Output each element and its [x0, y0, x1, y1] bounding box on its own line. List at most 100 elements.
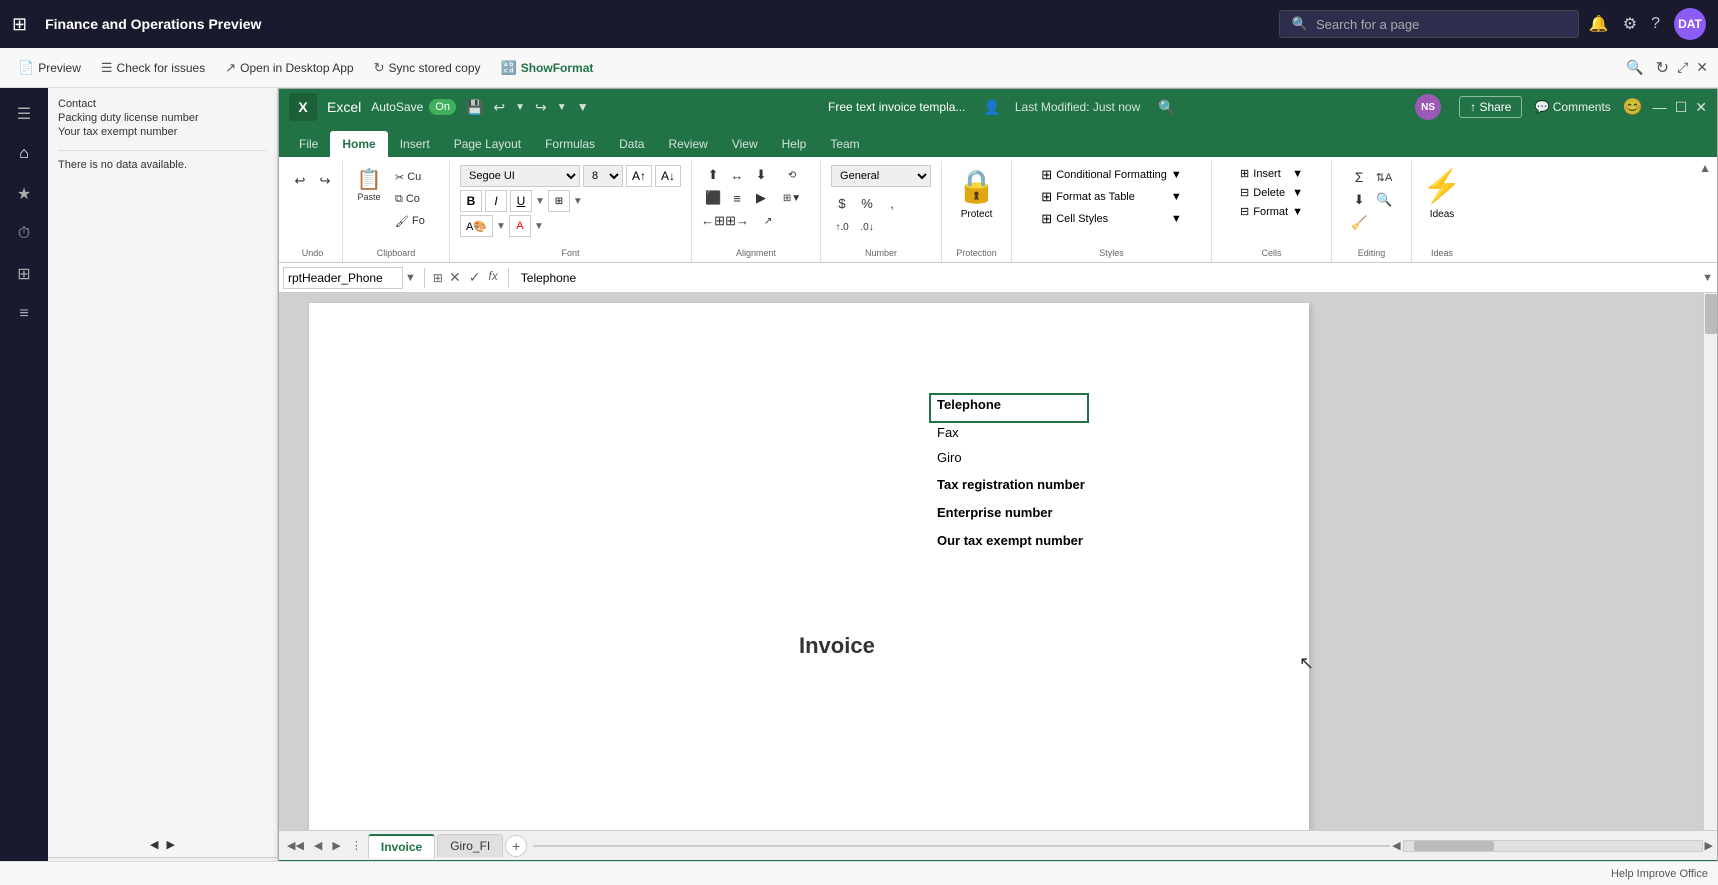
border-btn[interactable]: ⊞ [548, 190, 570, 212]
insert-cells-btn[interactable]: ⊞ Insert ▼ [1237, 165, 1306, 182]
delete-cells-btn[interactable]: ⊟ Delete ▼ [1237, 184, 1306, 201]
grid-icon[interactable]: ⊞ [12, 14, 27, 35]
ribbon-collapse-btn[interactable]: ▲ [1697, 159, 1713, 177]
nav-next-icon[interactable]: ▶ [328, 837, 344, 854]
cancel-formula-icon[interactable]: ✕ [447, 267, 463, 288]
sidebar-favorites-icon[interactable]: ★ [6, 176, 42, 212]
tab-team[interactable]: Team [818, 131, 871, 157]
sync-btn[interactable]: ↻ Sync stored copy [366, 56, 489, 80]
clear-btn[interactable]: 🧹 [1348, 213, 1370, 233]
number-format-select[interactable]: General [831, 165, 931, 187]
save-icon[interactable]: 💾 [466, 99, 483, 116]
user-avatar[interactable]: DAT [1674, 8, 1706, 40]
giro-fi-tab[interactable]: Giro_FI [437, 834, 503, 857]
scroll-right-icon[interactable]: ▶ [167, 838, 175, 851]
tab-data[interactable]: Data [607, 131, 656, 157]
tab-file[interactable]: File [287, 131, 330, 157]
currency-btn[interactable]: $ [831, 193, 853, 213]
scroll-left-icon[interactable]: ◀ [150, 838, 158, 851]
sidebar-recent-icon[interactable]: ⏱ [6, 216, 42, 252]
sum-btn[interactable]: Σ [1348, 167, 1370, 187]
fill-color-btn[interactable]: A🎨 [460, 215, 493, 237]
font-increase-btn[interactable]: A↑ [626, 165, 652, 187]
settings-icon[interactable]: ⚙ [1623, 14, 1637, 34]
close-excel-btn[interactable]: ✕ [1695, 99, 1707, 116]
undo-btn[interactable]: ↩ [493, 99, 505, 116]
help-icon[interactable]: ? [1651, 15, 1660, 33]
align-left-btn[interactable]: ⬛ [702, 188, 724, 208]
align-top-btn[interactable]: ⬆ [702, 165, 724, 185]
redo-dropdown-icon[interactable]: ▼ [557, 102, 567, 113]
search-bar[interactable]: 🔍 Search for a page [1279, 10, 1579, 38]
sidebar-workspaces-icon[interactable]: ⊞ [6, 256, 42, 292]
orientation-btn[interactable]: ↗ [750, 211, 786, 231]
enterprise-cell[interactable]: Enterprise number [929, 501, 1061, 524]
show-format-btn[interactable]: 🔡 ShowFormat [493, 56, 602, 80]
fill-btn[interactable]: ⬇ [1348, 190, 1370, 210]
tax-reg-cell[interactable]: Tax registration number [929, 473, 1093, 496]
format-cells-btn[interactable]: ⊟ Format ▼ [1237, 203, 1306, 220]
comments-button[interactable]: 💬 Comments [1526, 97, 1618, 117]
align-middle-btn[interactable]: ↔ [726, 165, 748, 185]
ns-avatar[interactable]: NS [1415, 94, 1441, 120]
expand-icon[interactable]: ⤢ [1677, 59, 1688, 76]
sheet-area[interactable]: Telephone Fax Giro Tax registration numb… [279, 293, 1717, 830]
search-excel-icon[interactable]: 🔍 [1158, 99, 1175, 116]
preview-btn[interactable]: 📄 Preview [10, 56, 89, 80]
tab-home[interactable]: Home [330, 131, 387, 157]
minimize-btn[interactable]: — [1653, 99, 1667, 116]
align-center-btn[interactable]: ≡ [726, 188, 748, 208]
percent-btn[interactable]: % [856, 193, 878, 213]
tab-help[interactable]: Help [770, 131, 819, 157]
h-scrollbar[interactable] [1403, 840, 1703, 852]
expand-formula-icon[interactable]: ⊞ [433, 271, 443, 285]
open-desktop-btn[interactable]: ↗ Open in Desktop App [217, 56, 361, 80]
our-tax-cell[interactable]: Our tax exempt number [929, 529, 1091, 552]
notification-icon[interactable]: 🔔 [1589, 14, 1609, 34]
increase-decimal-btn[interactable]: ↑.0 [831, 217, 853, 237]
copy-btn[interactable]: ⧉Co [393, 189, 443, 209]
format-dropdown[interactable]: ▼ [1292, 206, 1303, 218]
fax-cell[interactable]: Fax [929, 421, 967, 444]
conditional-formatting-btn[interactable]: ⊞ Conditional Formatting ▼ [1038, 165, 1184, 185]
cut-btn[interactable]: ✂Cu [393, 167, 443, 187]
cell-styles-btn[interactable]: ⊞ Cell Styles ▼ [1038, 209, 1184, 229]
cond-fmt-dropdown[interactable]: ▼ [1171, 169, 1182, 181]
telephone-cell[interactable]: Telephone [929, 393, 1009, 416]
help-office-text[interactable]: Help Improve Office [1611, 868, 1708, 880]
delete-dropdown[interactable]: ▼ [1292, 187, 1303, 199]
more-commands-icon[interactable]: ▼ [577, 100, 589, 114]
tab-page-layout[interactable]: Page Layout [442, 131, 533, 157]
font-color-btn[interactable]: A [509, 215, 531, 237]
decrease-indent-btn[interactable]: ←⊞ [702, 211, 724, 231]
accept-formula-icon[interactable]: ✓ [467, 267, 483, 288]
maximize-btn[interactable]: ☐ [1675, 99, 1688, 116]
vertical-scrollbar[interactable] [1703, 293, 1717, 830]
font-size-select[interactable]: 8 [583, 165, 623, 187]
tab-insert[interactable]: Insert [388, 131, 442, 157]
format-painter-btn[interactable]: 🖌Fo [393, 211, 443, 231]
sort-btn[interactable]: ⇅A [1373, 167, 1395, 187]
add-sheet-btn[interactable]: + [505, 835, 527, 857]
insert-dropdown[interactable]: ▼ [1292, 168, 1303, 180]
underline-btn[interactable]: U [510, 190, 532, 212]
h-scrollbar-thumb[interactable] [1414, 841, 1494, 851]
align-bottom-btn[interactable]: ⬇ [750, 165, 772, 185]
tab-formulas[interactable]: Formulas [533, 131, 607, 157]
bold-btn[interactable]: B [460, 190, 482, 212]
nav-prev-icon[interactable]: ◀ [310, 837, 326, 854]
smiley-icon[interactable]: 😊 [1623, 97, 1643, 117]
fmt-table-dropdown[interactable]: ▼ [1171, 191, 1182, 203]
refresh-icon[interactable]: ↻ [1656, 58, 1669, 78]
sidebar-list-icon[interactable]: ≡ [6, 296, 42, 332]
hscroll-left-icon[interactable]: ◀ [1392, 839, 1400, 852]
decrease-decimal-btn[interactable]: .0↓ [856, 217, 878, 237]
nav-left-icon[interactable]: ◀◀ [283, 837, 308, 854]
formula-dropdown-icon[interactable]: ▼ [1702, 272, 1713, 284]
undo-dropdown-icon[interactable]: ▼ [515, 102, 525, 113]
italic-btn[interactable]: I [485, 190, 507, 212]
close-icon[interactable]: ✕ [1696, 59, 1708, 76]
nav-dots-icon[interactable]: ⋮ [347, 837, 366, 854]
scrollbar-thumb[interactable] [1705, 294, 1717, 334]
action-search-icon[interactable]: 🔍 [1626, 59, 1643, 76]
